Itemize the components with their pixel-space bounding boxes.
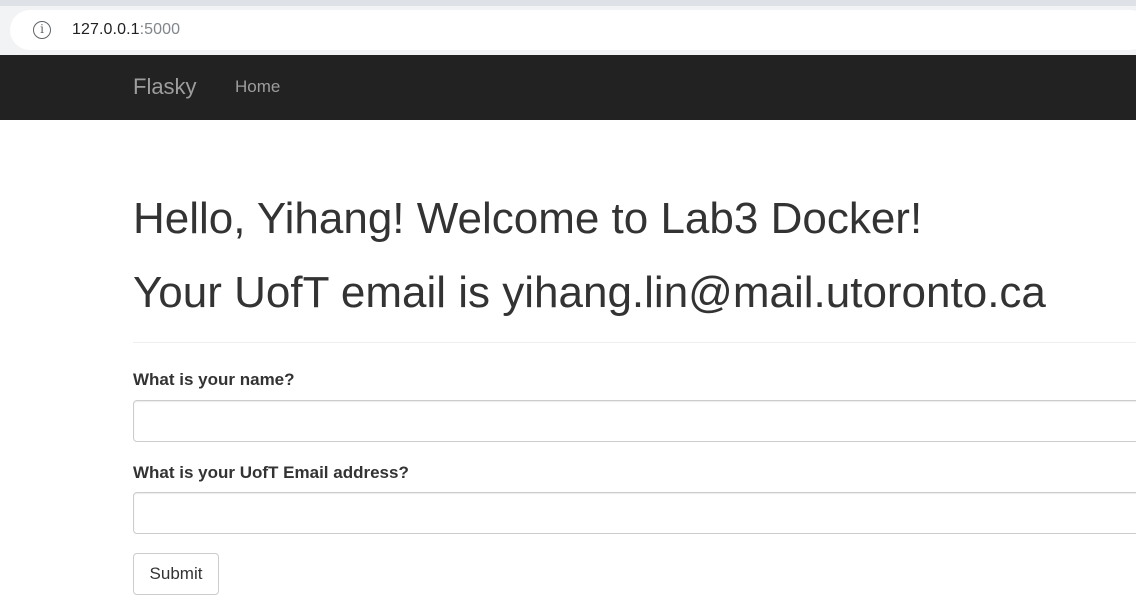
info-icon[interactable]: i bbox=[33, 21, 51, 39]
browser-toolbar: i 127.0.0.1:5000 bbox=[0, 0, 1136, 55]
name-label: What is your name? bbox=[133, 370, 295, 389]
navbar: Flasky Home bbox=[0, 55, 1136, 120]
url-port: :5000 bbox=[139, 21, 181, 38]
url-host: 127.0.0.1 bbox=[72, 21, 140, 38]
email-input[interactable] bbox=[133, 492, 1136, 534]
greeting-heading: Hello, Yihang! Welcome to Lab3 Docker! bbox=[133, 194, 923, 243]
browser-tab-strip bbox=[0, 0, 1136, 6]
submit-button[interactable]: Submit bbox=[133, 553, 219, 595]
url-text[interactable]: 127.0.0.1:5000 bbox=[72, 19, 180, 41]
name-input[interactable] bbox=[133, 400, 1136, 442]
address-bar[interactable]: i 127.0.0.1:5000 bbox=[10, 10, 1136, 50]
divider bbox=[133, 342, 1136, 343]
navbar-brand[interactable]: Flasky bbox=[133, 74, 197, 100]
email-heading: Your UofT email is yihang.lin@mail.utoro… bbox=[133, 268, 1046, 317]
email-label: What is your UofT Email address? bbox=[133, 463, 409, 482]
nav-item-home[interactable]: Home bbox=[235, 77, 280, 97]
